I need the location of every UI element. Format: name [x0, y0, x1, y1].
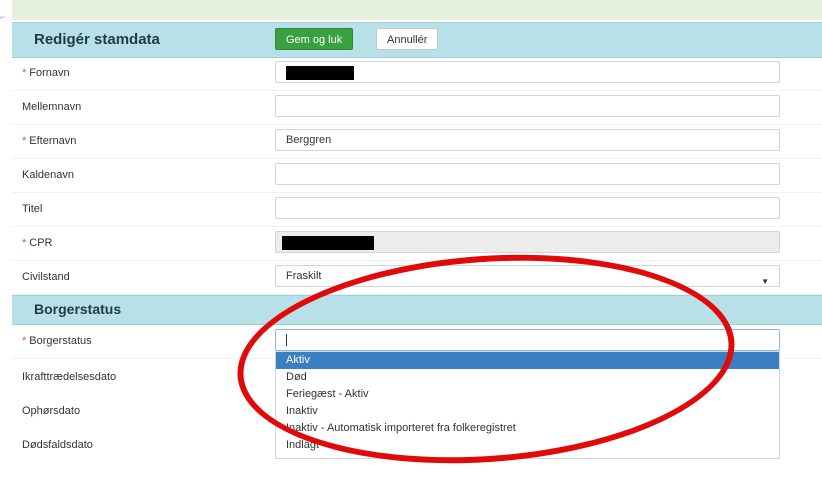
fornavn-label: * Fornavn	[22, 67, 70, 79]
efternavn-label: * Efternavn	[22, 135, 77, 147]
text-caret	[286, 334, 287, 346]
edit-header-bar: Redigér stamdata Gem og luk Annullér	[12, 22, 822, 58]
dropdown-option-indlagt[interactable]: Indlagt	[276, 437, 779, 454]
fornavn-input[interactable]	[275, 61, 780, 83]
borgerstatus-search-input[interactable]	[275, 329, 780, 351]
top-strip	[0, 0, 822, 22]
redaction-block	[286, 66, 354, 80]
borgerstatus-dropdown: Aktiv Død Feriegæst - Aktiv Inaktiv Inak…	[275, 351, 780, 459]
edge-marker-icon: ⌐	[0, 12, 6, 22]
borgerstatus-label: * Borgerstatus	[22, 335, 92, 347]
chevron-down-icon: ▼	[761, 277, 769, 286]
field-row-fornavn: * Fornavn	[12, 56, 822, 91]
dropdown-option-inaktiv[interactable]: Inaktiv	[276, 403, 779, 420]
efternavn-input[interactable]: Berggren	[275, 129, 780, 151]
cpr-input	[275, 231, 780, 253]
kaldenavn-label: Kaldenavn	[22, 169, 74, 181]
field-row-titel: Titel	[12, 192, 822, 227]
required-mark: *	[22, 135, 27, 147]
required-mark: *	[22, 237, 27, 249]
dropdown-option-feriegaest-aktiv[interactable]: Feriegæst - Aktiv	[276, 386, 779, 403]
redaction-block	[282, 236, 374, 250]
section-title: Borgerstatus	[34, 301, 122, 317]
field-row-cpr: * CPR	[12, 226, 822, 261]
top-strip-fill	[12, 0, 822, 20]
civilstand-label: Civilstand	[22, 271, 70, 283]
save-and-close-button[interactable]: Gem og luk	[275, 28, 354, 50]
field-row-efternavn: * Efternavn Berggren	[12, 124, 822, 159]
ikraft-label: Ikrafttrædelsesdato	[22, 371, 117, 383]
required-mark: *	[22, 67, 27, 79]
kaldenavn-input[interactable]	[275, 163, 780, 185]
field-row-mellemnavn: Mellemnavn	[12, 90, 822, 125]
titel-input[interactable]	[275, 197, 780, 219]
doedsfald-label: Dødsfaldsdato	[22, 439, 93, 451]
civilstand-value: Fraskilt	[286, 270, 322, 282]
field-row-kaldenavn: Kaldenavn	[12, 158, 822, 193]
field-row-civilstand: Civilstand Fraskilt ▼	[12, 260, 822, 295]
borgerstatus-section-bar: Borgerstatus	[12, 295, 822, 325]
required-mark: *	[22, 335, 27, 347]
dropdown-option-inaktiv-auto[interactable]: Inaktiv - Automatisk importeret fra folk…	[276, 420, 779, 437]
dropdown-option-aktiv[interactable]: Aktiv	[276, 352, 779, 369]
page-title: Redigér stamdata	[34, 31, 160, 48]
ophoer-label: Ophørsdato	[22, 405, 81, 417]
titel-label: Titel	[22, 203, 43, 215]
cancel-button[interactable]: Annullér	[376, 28, 439, 50]
mellemnavn-label: Mellemnavn	[22, 101, 82, 113]
mellemnavn-input[interactable]	[275, 95, 780, 117]
dropdown-option-doed[interactable]: Død	[276, 369, 779, 386]
civilstand-select[interactable]: Fraskilt ▼	[275, 265, 780, 287]
cpr-label: * CPR	[22, 237, 53, 249]
